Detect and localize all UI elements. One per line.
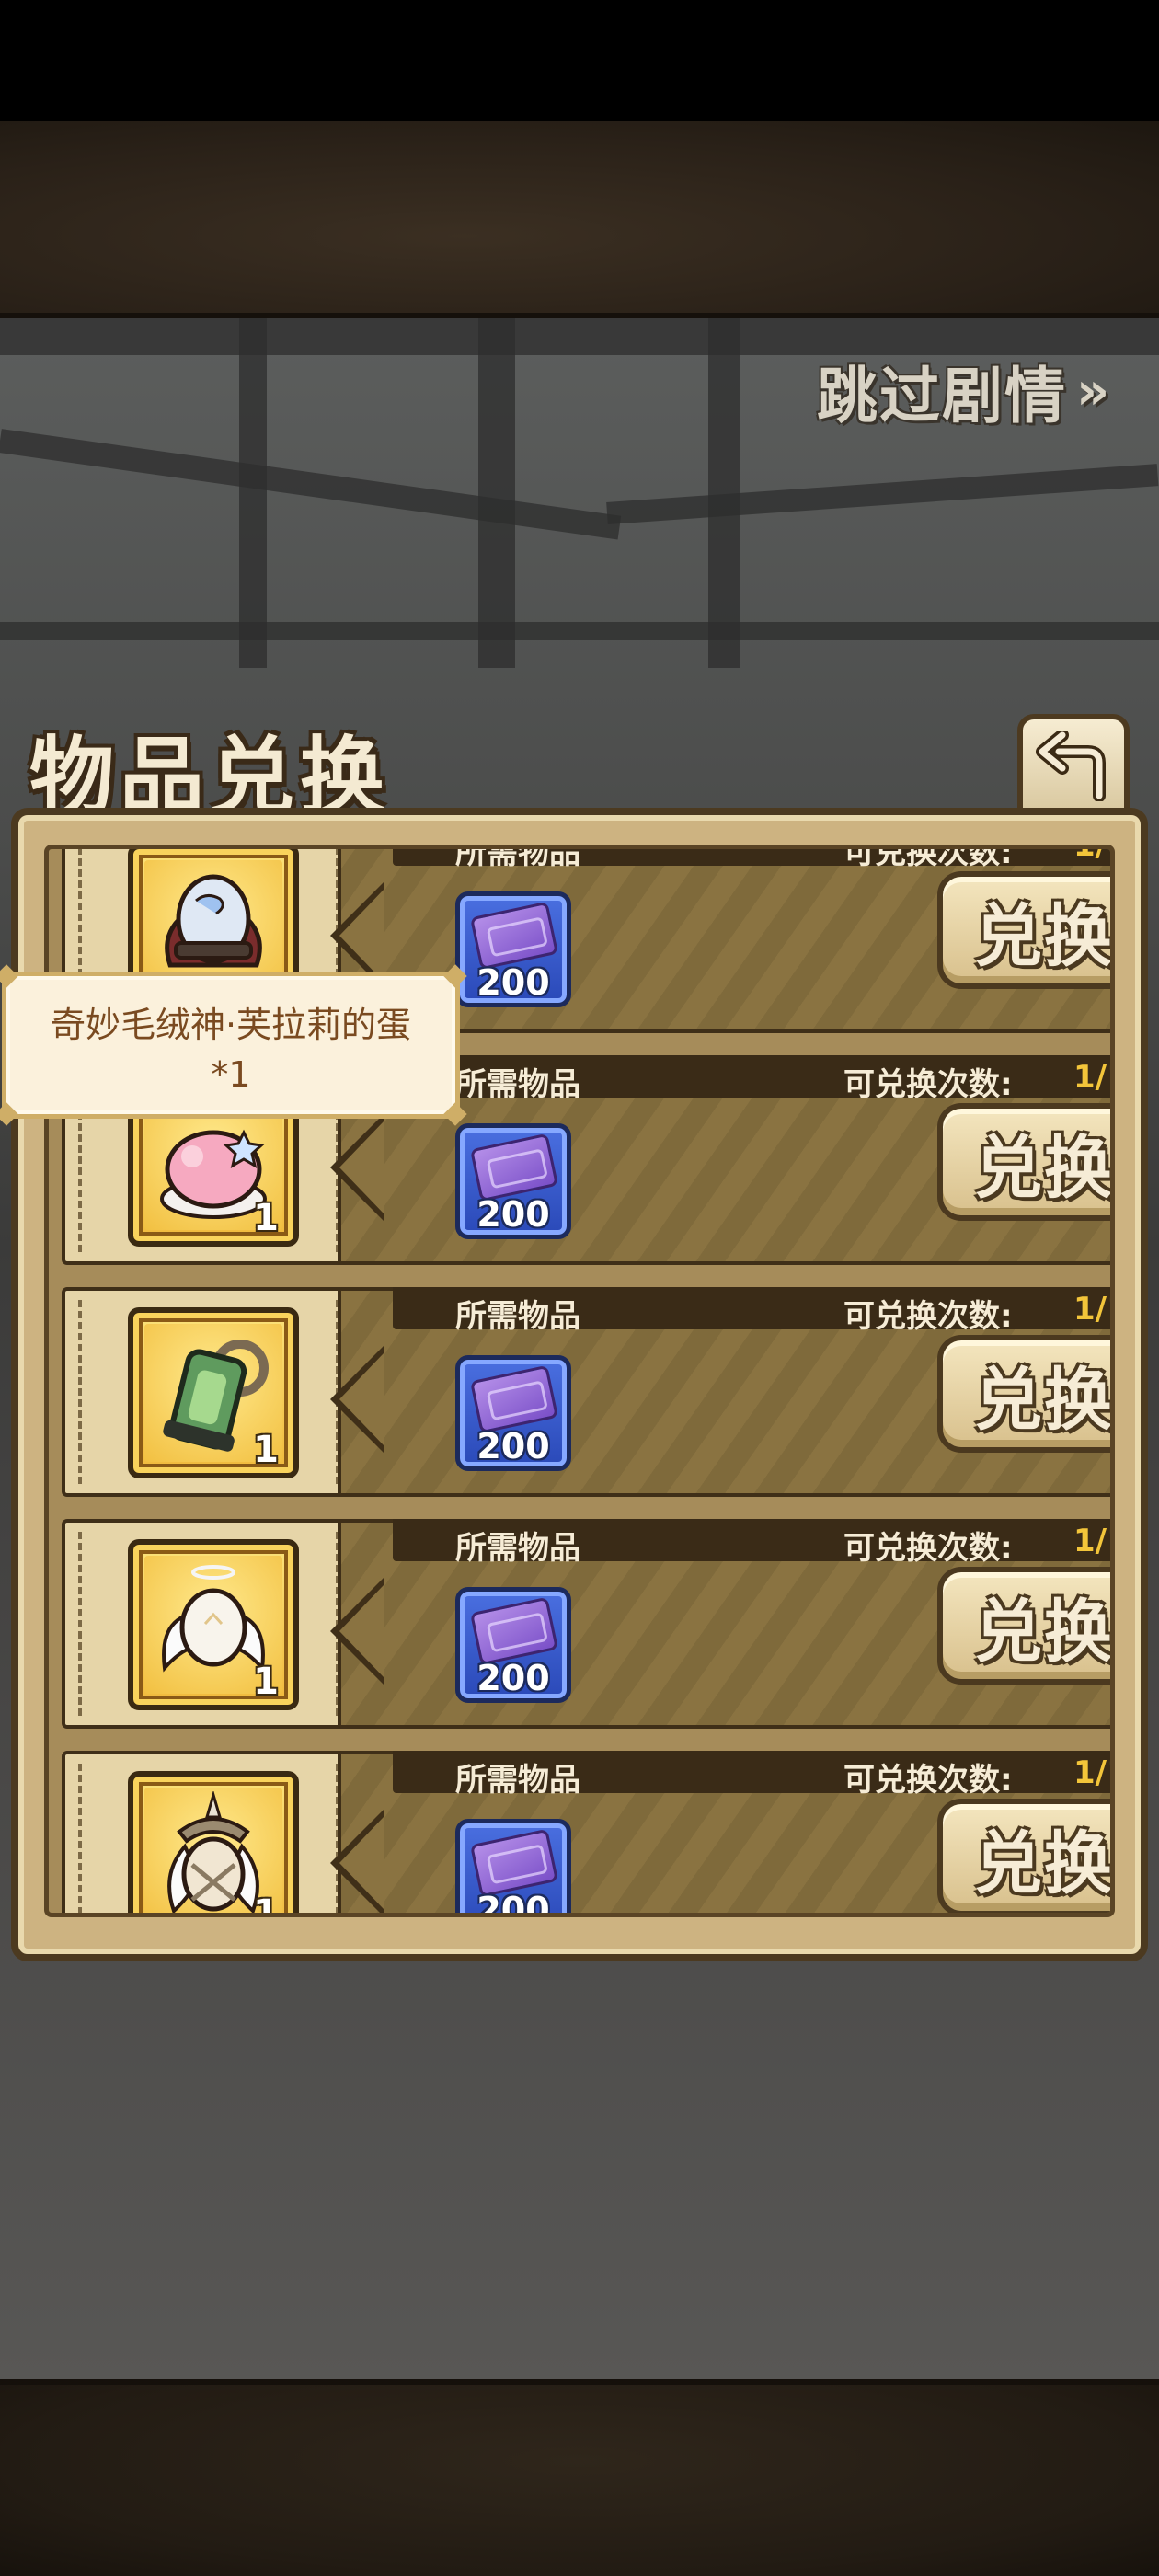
cost-item-slot[interactable]: 200 [455, 1123, 571, 1239]
tooltip-item-quantity: *1 [211, 1054, 251, 1095]
cost-amount: 200 [476, 1890, 550, 1917]
exchange-limit-value: 1/1 [1073, 845, 1110, 864]
exchange-button-label: 兑换 [974, 896, 1114, 976]
required-items-label: 所需物品 [455, 1530, 580, 1567]
cost-amount: 200 [476, 962, 550, 1003]
item-count: 1 [253, 1661, 279, 1703]
exchange-limit-label: 可兑换次数: [843, 1066, 1013, 1103]
tooltip-item-name: 奇妙毛绒神·芙拉莉的蛋 [50, 1005, 412, 1045]
skip-story-label: 跳过剧情 [817, 361, 1067, 431]
purple-ticket-icon [469, 1828, 559, 1898]
exchange-row: 所需物品 可兑换次数: 1/1 1 200 兑换 [62, 1751, 1114, 1917]
purple-ticket-icon [469, 1596, 559, 1666]
purple-ticket-icon [469, 901, 559, 971]
exchange-button-label: 兑换 [974, 1128, 1114, 1208]
cost-item-slot[interactable]: 200 [455, 1819, 571, 1917]
exchange-limit-label: 可兑换次数: [843, 845, 1013, 871]
item-count: 1 [253, 1892, 279, 1917]
exchange-button-label: 兑换 [974, 1823, 1114, 1903]
required-items-label: 所需物品 [455, 1066, 580, 1103]
exchange-row: 所需物品 可兑换次数: 1/1 1 200 兑换 [62, 1519, 1114, 1729]
exchange-button[interactable]: 兑换 [937, 1335, 1114, 1453]
back-button[interactable] [1017, 714, 1130, 819]
exchange-button-label: 兑换 [974, 1592, 1114, 1672]
double-chevron-right-icon: » [1076, 361, 1110, 421]
exchange-limit-label: 可兑换次数: [843, 1530, 1013, 1567]
exchange-button-label: 兑换 [974, 1360, 1114, 1440]
cost-amount: 200 [476, 1194, 550, 1235]
cost-amount: 200 [476, 1426, 550, 1466]
item-count: 1 [253, 1429, 279, 1471]
cost-item-slot[interactable]: 200 [455, 891, 571, 1007]
cost-amount: 200 [476, 1658, 550, 1698]
exchange-row: 所需物品 可兑换次数: 1/1 1 200 兑换 [62, 1287, 1114, 1497]
exchange-button[interactable]: 兑换 [937, 1567, 1114, 1685]
exchange-limit-label: 可兑换次数: [843, 1298, 1013, 1335]
exchange-limit-value: 1/1 [1073, 1523, 1110, 1559]
reward-item-slot[interactable]: 1 [128, 1771, 299, 1917]
exchange-limit-value: 1/1 [1073, 1291, 1110, 1328]
exchange-button[interactable]: 兑换 [937, 1799, 1114, 1913]
item-tooltip: 奇妙毛绒神·芙拉莉的蛋 *1 [0, 964, 467, 1126]
exchange-button[interactable]: 兑换 [937, 871, 1114, 989]
return-arrow-icon [1036, 731, 1106, 801]
status-bar-area [0, 0, 1159, 121]
bottom-decor-band [0, 2379, 1159, 2576]
required-items-label: 所需物品 [455, 845, 580, 871]
purple-ticket-icon [469, 1364, 559, 1434]
top-decor-band [0, 121, 1159, 318]
exchange-button[interactable]: 兑换 [937, 1103, 1114, 1221]
exchange-limit-value: 1/1 [1073, 1059, 1110, 1096]
cost-item-slot[interactable]: 200 [455, 1587, 571, 1703]
purple-ticket-icon [469, 1133, 559, 1202]
reward-item-slot[interactable]: 1 [128, 1539, 299, 1710]
required-items-label: 所需物品 [455, 1762, 580, 1799]
cost-item-slot[interactable]: 200 [455, 1355, 571, 1471]
exchange-limit-label: 可兑换次数: [843, 1762, 1013, 1799]
skip-story-button[interactable]: 跳过剧情 » [817, 350, 1135, 432]
reward-item-slot[interactable]: 1 [128, 1307, 299, 1478]
exchange-limit-value: 1/1 [1073, 1754, 1110, 1791]
item-count: 1 [253, 1197, 279, 1239]
required-items-label: 所需物品 [455, 1298, 580, 1335]
